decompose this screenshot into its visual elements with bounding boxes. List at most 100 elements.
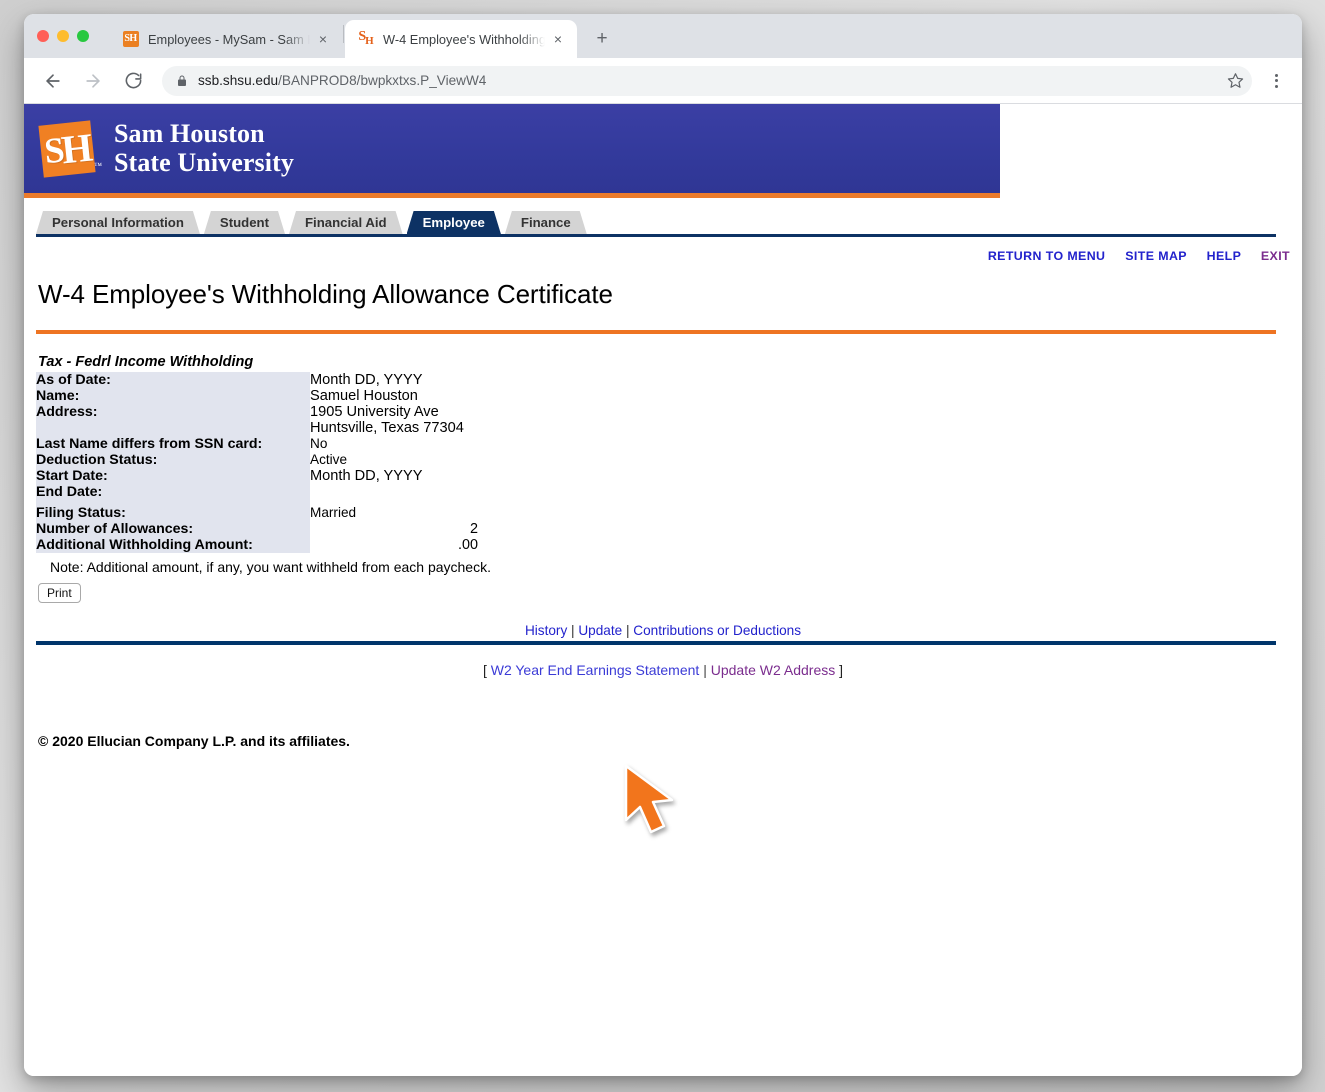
minimize-window-button[interactable] — [57, 30, 69, 42]
tab-personal-information[interactable]: Personal Information — [36, 211, 200, 234]
row-value: Samuel Houston — [310, 388, 484, 404]
bracket-open: [ — [483, 662, 487, 678]
lock-icon — [176, 74, 188, 88]
page-title: W-4 Employee's Withholding Allowance Cer… — [38, 279, 1290, 310]
browser-tab-title: W-4 Employee's Withholding A — [383, 32, 545, 47]
row-value: 1905 University Ave Huntsville, Texas 77… — [310, 404, 484, 436]
link-site-map[interactable]: SITE MAP — [1125, 249, 1187, 263]
link-update-w2-address[interactable]: Update W2 Address — [711, 662, 836, 678]
row-label: Deduction Status: — [36, 452, 310, 468]
tab-financial-aid[interactable]: Financial Aid — [289, 211, 403, 234]
close-window-button[interactable] — [37, 30, 49, 42]
table-row: Name: Samuel Houston — [36, 388, 484, 404]
url-host: ssb.shsu.edu — [198, 73, 278, 88]
link-separator: | — [703, 662, 707, 678]
browser-toolbar: ssb.shsu.edu/BANPROD8/bwpkxtxs.P_ViewW4 — [24, 58, 1302, 104]
row-label: Address: — [36, 404, 310, 436]
section-title: Tax - Fedrl Income Withholding — [38, 354, 1290, 370]
w2-links: [ W2 Year End Earnings Statement | Updat… — [36, 662, 1290, 678]
reload-button[interactable] — [118, 66, 148, 96]
module-tab-bar: Personal Information Student Financial A… — [24, 209, 1302, 234]
tab-separator — [343, 25, 344, 43]
row-value: 2 — [310, 521, 484, 537]
row-label: Start Date: — [36, 468, 310, 484]
table-row: Deduction Status: Active — [36, 452, 484, 468]
tab-list: SH Employees - MySam - Sam Hou × SH W-4 … — [110, 20, 617, 58]
site-name-line2: State University — [114, 149, 294, 177]
link-w2-year-end-earnings-statement[interactable]: W2 Year End Earnings Statement — [491, 662, 700, 678]
table-row: Number of Allowances: 2 — [36, 521, 484, 537]
print-button[interactable]: Print — [38, 583, 81, 603]
row-label: Name: — [36, 388, 310, 404]
table-row: Filing Status: Married — [36, 505, 484, 521]
page-content: RETURN TO MENU SITE MAP HELP EXIT W-4 Em… — [24, 237, 1302, 638]
copyright-text: © 2020 Ellucian Company L.P. and its aff… — [38, 733, 1290, 749]
note-text: Note: Additional amount, if any, you wan… — [50, 559, 1290, 575]
table-row: End Date: — [36, 484, 484, 505]
link-separator: | — [571, 623, 575, 638]
w4-details-table: As of Date: Month DD, YYYY Name: Samuel … — [36, 372, 484, 553]
table-row: Additional Withholding Amount: .00 — [36, 537, 484, 553]
row-label: As of Date: — [36, 372, 310, 388]
link-help[interactable]: HELP — [1207, 249, 1241, 263]
browser-window: SH Employees - MySam - Sam Hou × SH W-4 … — [24, 14, 1302, 1076]
row-label: Number of Allowances: — [36, 521, 310, 537]
table-row: Address: 1905 University Ave Huntsville,… — [36, 404, 484, 436]
record-action-links: History | Update | Contributions or Dedu… — [36, 623, 1290, 638]
browser-tab-strip: SH Employees - MySam - Sam Hou × SH W-4 … — [24, 14, 1302, 58]
row-label: End Date: — [36, 484, 310, 505]
link-exit[interactable]: EXIT — [1261, 249, 1290, 263]
link-separator: | — [626, 623, 630, 638]
link-return-to-menu[interactable]: RETURN TO MENU — [988, 249, 1106, 263]
maximize-window-button[interactable] — [77, 30, 89, 42]
forward-button[interactable] — [78, 66, 108, 96]
url-text: ssb.shsu.edu/BANPROD8/bwpkxtxs.P_ViewW4 — [198, 73, 486, 88]
sh-orange-square-icon: SH — [122, 31, 139, 48]
url-path: /BANPROD8/bwpkxtxs.P_ViewW4 — [278, 73, 486, 88]
table-row: Start Date: Month DD, YYYY — [36, 468, 484, 484]
browser-tab-title: Employees - MySam - Sam Hou — [148, 32, 310, 47]
utility-links: RETURN TO MENU SITE MAP HELP EXIT — [36, 237, 1290, 263]
logo-letter-h: H — [59, 123, 92, 173]
browser-tab-close-icon[interactable]: × — [549, 30, 567, 48]
orange-divider — [36, 330, 1276, 334]
window-traffic-lights — [37, 30, 89, 42]
table-row: As of Date: Month DD, YYYY — [36, 372, 484, 388]
tab-finance[interactable]: Finance — [505, 211, 587, 234]
tab-employee[interactable]: Employee — [407, 211, 501, 234]
address-bar[interactable]: ssb.shsu.edu/BANPROD8/bwpkxtxs.P_ViewW4 — [162, 66, 1252, 96]
table-row: Last Name differs from SSN card: No — [36, 436, 484, 452]
sh-monogram-icon: SH — [357, 31, 374, 48]
mouse-cursor-arrow-icon — [622, 764, 688, 838]
row-value: Month DD, YYYY — [310, 468, 484, 484]
new-tab-button[interactable]: + — [587, 24, 617, 54]
row-label: Filing Status: — [36, 505, 310, 521]
row-value — [310, 484, 484, 505]
site-banner: SH ™ Sam Houston State University — [24, 104, 1000, 193]
row-value: Month DD, YYYY — [310, 372, 484, 388]
back-button[interactable] — [38, 66, 68, 96]
row-value: Married — [310, 505, 484, 521]
browser-tab-close-icon[interactable]: × — [314, 30, 332, 48]
row-label: Last Name differs from SSN card: — [36, 436, 310, 452]
tab-student[interactable]: Student — [204, 211, 285, 234]
page-footer-content: [ W2 Year End Earnings Statement | Updat… — [24, 662, 1302, 749]
browser-tab-w4[interactable]: SH W-4 Employee's Withholding A × — [345, 20, 577, 58]
row-value: Active — [310, 452, 484, 468]
kebab-menu-icon[interactable] — [1262, 67, 1290, 95]
row-value: .00 — [310, 537, 484, 553]
browser-tab-employees[interactable]: SH Employees - MySam - Sam Hou × — [110, 20, 342, 58]
shsu-logo-icon: SH ™ — [36, 118, 98, 180]
star-icon[interactable] — [1222, 68, 1248, 94]
site-name-line1: Sam Houston — [114, 120, 294, 148]
link-update[interactable]: Update — [578, 623, 622, 638]
page-viewport: SH ™ Sam Houston State University Person… — [24, 104, 1302, 1076]
row-label: Additional Withholding Amount: — [36, 537, 310, 553]
bracket-close: ] — [839, 662, 843, 678]
site-name: Sam Houston State University — [114, 120, 294, 176]
link-contributions-or-deductions[interactable]: Contributions or Deductions — [633, 623, 801, 638]
trademark-icon: ™ — [94, 161, 102, 170]
navy-divider — [36, 641, 1276, 645]
row-value: No — [310, 436, 484, 452]
link-history[interactable]: History — [525, 623, 567, 638]
